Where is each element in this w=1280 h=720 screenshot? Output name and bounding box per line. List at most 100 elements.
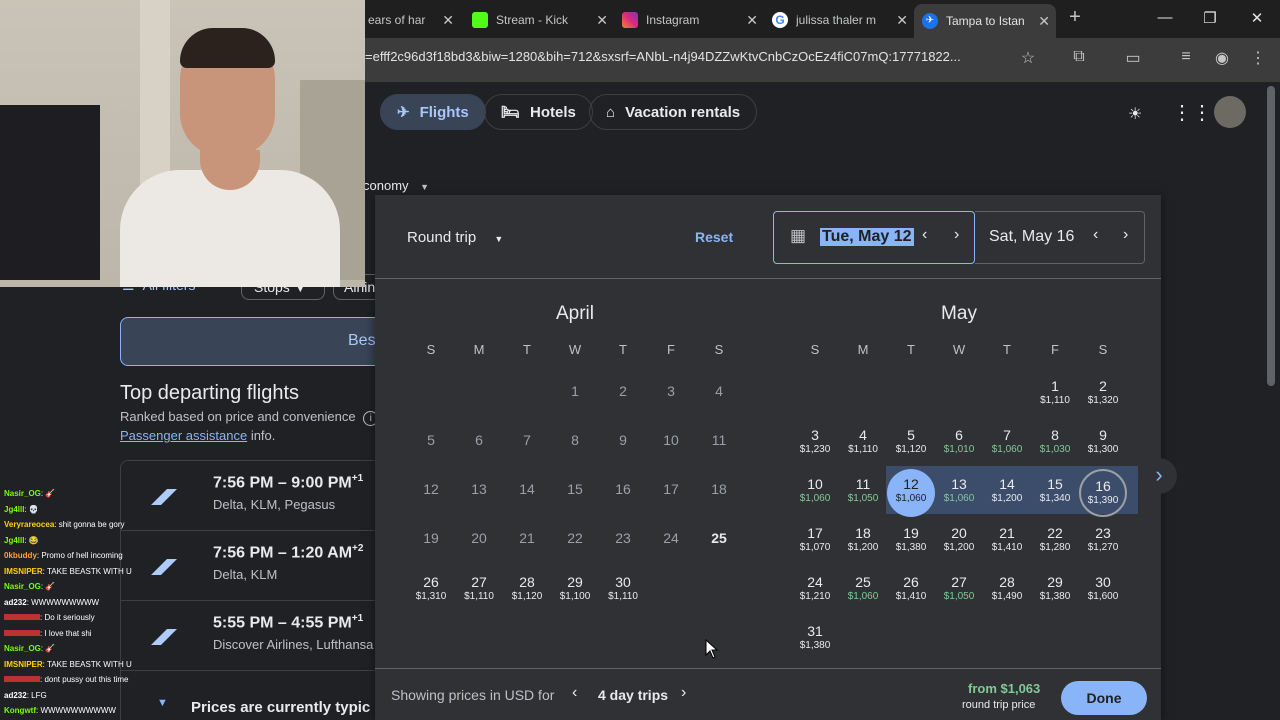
calendar-day[interactable]: 28 $1,490	[983, 567, 1031, 615]
calendar-day[interactable]: 21 $1,410	[983, 518, 1031, 566]
next-date-icon[interactable]: ›	[1123, 226, 1128, 244]
calendar-day[interactable]: 5 $1,120	[887, 420, 935, 468]
calendar-day[interactable]: 20 $1,200	[935, 518, 983, 566]
calendar-day[interactable]: 6	[455, 420, 503, 468]
close-icon[interactable]: ✕	[442, 12, 454, 29]
close-icon[interactable]: ✕	[1038, 13, 1050, 30]
calendar-day[interactable]: 17	[647, 469, 695, 517]
return-date-field[interactable]: Sat, May 16 ‹ ›	[975, 211, 1145, 264]
departure-date-value[interactable]: Tue, May 12	[820, 228, 914, 246]
previous-date-icon[interactable]: ‹	[1093, 226, 1098, 244]
calendar-day[interactable]: 30 $1,600	[1079, 567, 1127, 615]
calendar-day[interactable]: 10 $1,060	[791, 469, 839, 517]
menu-kebab-icon[interactable]: ⋮	[1246, 48, 1270, 68]
profile-icon[interactable]: ◉	[1210, 48, 1234, 68]
restore-icon[interactable]: ❐	[1200, 9, 1220, 27]
calendar-day[interactable]: 3	[647, 371, 695, 419]
calendar-day[interactable]: 22	[551, 518, 599, 566]
browser-tab-active[interactable]: ✈ Tampa to Istan ✕	[914, 4, 1056, 38]
passenger-assistance-link[interactable]: Passenger assistance	[120, 428, 247, 443]
calendar-day[interactable]: 20	[455, 518, 503, 566]
calendar-day[interactable]: 18	[695, 469, 743, 517]
calendar-day[interactable]: 10	[647, 420, 695, 468]
calendar-day[interactable]: 29 $1,100	[551, 567, 599, 615]
calendar-day[interactable]: 24	[647, 518, 695, 566]
previous-trip-length-icon[interactable]: ‹	[572, 684, 577, 702]
done-button[interactable]: Done	[1061, 681, 1147, 715]
close-icon[interactable]: ✕	[596, 12, 608, 29]
calendar-day[interactable]: 23	[599, 518, 647, 566]
calendar-day[interactable]: 6 $1,010	[935, 420, 983, 468]
vacation-rentals-tab[interactable]: ⌂ Vacation rentals	[589, 94, 758, 130]
calendar-day[interactable]: 19 $1,380	[887, 518, 935, 566]
close-icon[interactable]: ✕	[896, 12, 908, 29]
calendar-day[interactable]: 27 $1,050	[935, 567, 983, 615]
calendar-day[interactable]: 16 $1,390	[1079, 469, 1127, 517]
reset-button[interactable]: Reset	[695, 229, 733, 245]
calendar-day[interactable]: 11 $1,050	[839, 469, 887, 517]
next-date-icon[interactable]: ›	[954, 226, 959, 244]
new-tab-icon[interactable]: +	[1063, 6, 1087, 29]
avatar[interactable]	[1214, 96, 1246, 128]
extensions-icon[interactable]: ⧉	[1067, 48, 1091, 66]
flights-tab[interactable]: ✈ Flights	[380, 94, 486, 130]
calendar-day[interactable]: 9 $1,300	[1079, 420, 1127, 468]
calendar-day[interactable]: 8	[551, 420, 599, 468]
price-notice-card[interactable]: ▼ Prices are currently typic	[120, 670, 380, 720]
calendar-day[interactable]: 2	[599, 371, 647, 419]
calendar-day[interactable]: 12 $1,060	[887, 469, 935, 517]
calendar-day[interactable]: 22 $1,280	[1031, 518, 1079, 566]
cabin-class-select[interactable]: conomy ▼	[363, 178, 429, 193]
calendar-day[interactable]: 4	[695, 371, 743, 419]
theme-toggle-icon[interactable]: ☀	[1128, 104, 1142, 124]
calendar-day[interactable]: 1 $1,110	[1031, 371, 1079, 419]
media-controls-icon[interactable]: ≡	[1174, 48, 1198, 66]
calendar-day[interactable]: 26 $1,410	[887, 567, 935, 615]
flight-result[interactable]: 7:56 PM – 9:00 PM+1 Delta, KLM, Pegasus	[120, 460, 380, 530]
scrollbar[interactable]	[1267, 86, 1275, 386]
browser-tab[interactable]: ears of har ✕	[360, 6, 460, 34]
calendar-day[interactable]: 23 $1,270	[1079, 518, 1127, 566]
calendar-day[interactable]: 19	[407, 518, 455, 566]
calendar-day[interactable]: 29 $1,380	[1031, 567, 1079, 615]
best-sort-tab[interactable]: Bes	[120, 317, 382, 366]
close-icon[interactable]: ✕	[746, 12, 758, 29]
calendar-day[interactable]: 7	[503, 420, 551, 468]
calendar-day[interactable]: 5	[407, 420, 455, 468]
minimize-icon[interactable]: —	[1155, 9, 1175, 26]
hotels-tab[interactable]: 🛏 Hotels	[484, 94, 593, 130]
calendar-day[interactable]: 3 $1,230	[791, 420, 839, 468]
calendar-day[interactable]: 30 $1,110	[599, 567, 647, 615]
calendar-day[interactable]: 1	[551, 371, 599, 419]
cast-icon[interactable]: ▭	[1121, 48, 1145, 68]
browser-tab[interactable]: Stream - Kick ✕	[464, 6, 614, 34]
close-window-icon[interactable]: ✕	[1247, 9, 1267, 27]
calendar-day[interactable]: 26 $1,310	[407, 567, 455, 615]
flight-result[interactable]: 5:55 PM – 4:55 PM+1 Discover Airlines, L…	[120, 600, 380, 670]
calendar-day[interactable]: 15 $1,340	[1031, 469, 1079, 517]
flight-result[interactable]: 7:56 PM – 1:20 AM+2 Delta, KLM	[120, 530, 380, 600]
calendar-day[interactable]: 28 $1,120	[503, 567, 551, 615]
calendar-day[interactable]: 25 $1,060	[839, 567, 887, 615]
calendar-day[interactable]: 15	[551, 469, 599, 517]
calendar-day[interactable]: 25	[695, 518, 743, 566]
browser-tab[interactable]: Instagram ✕	[614, 6, 764, 34]
calendar-day[interactable]: 14	[503, 469, 551, 517]
calendar-day[interactable]: 2 $1,320	[1079, 371, 1127, 419]
calendar-day[interactable]: 21	[503, 518, 551, 566]
apps-grid-icon[interactable]: ⋮⋮	[1172, 100, 1212, 125]
calendar-day[interactable]: 24 $1,210	[791, 567, 839, 615]
departure-date-field[interactable]: ▦ Tue, May 12 ‹ ›	[773, 211, 975, 264]
previous-date-icon[interactable]: ‹	[922, 226, 927, 244]
calendar-day[interactable]: 8 $1,030	[1031, 420, 1079, 468]
calendar-day[interactable]: 7 $1,060	[983, 420, 1031, 468]
next-trip-length-icon[interactable]: ›	[681, 684, 686, 702]
next-month-button[interactable]: ›	[1141, 458, 1177, 494]
bookmark-star-icon[interactable]: ☆	[1016, 48, 1040, 68]
calendar-day[interactable]: 4 $1,110	[839, 420, 887, 468]
url-field[interactable]: =efff2c96d3f18bd3&biw=1280&bih=712&sxsrf…	[365, 49, 1005, 64]
calendar-day[interactable]: 13	[455, 469, 503, 517]
calendar-day[interactable]: 18 $1,200	[839, 518, 887, 566]
calendar-day[interactable]: 13 $1,060	[935, 469, 983, 517]
calendar-day[interactable]: 16	[599, 469, 647, 517]
